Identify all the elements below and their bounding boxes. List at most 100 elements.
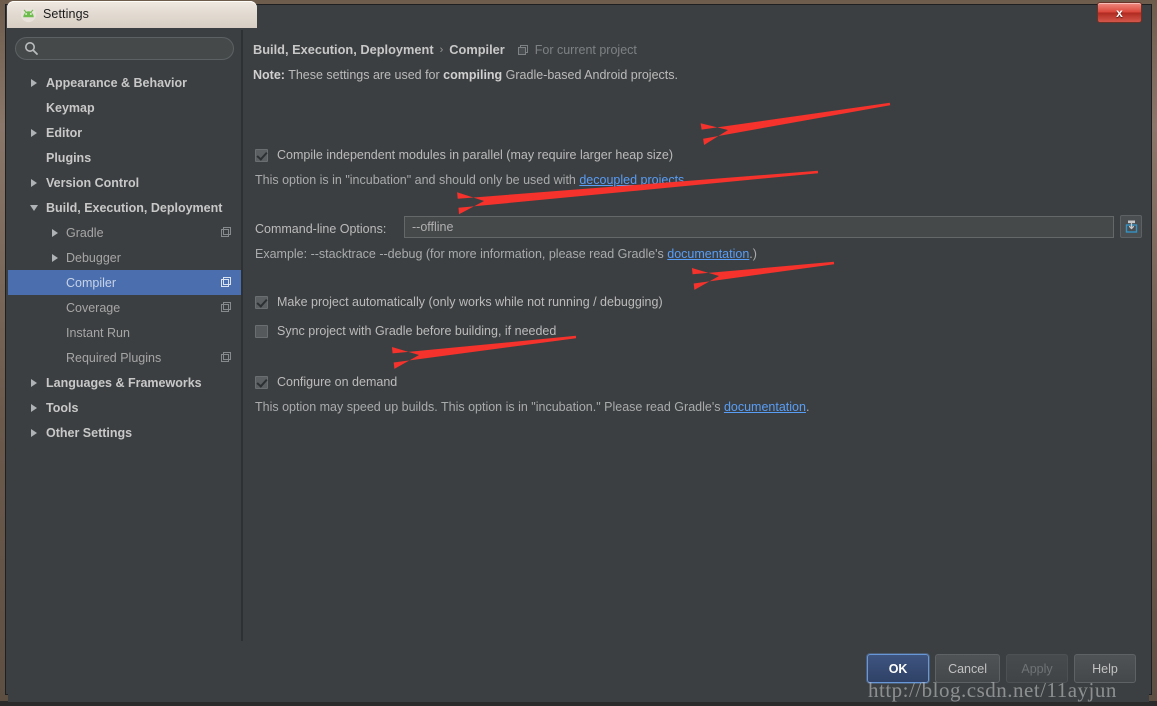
sidebar-item-label: Compiler (66, 275, 117, 290)
chevron-right-icon[interactable] (29, 178, 39, 188)
dialog-buttons: OK Cancel Apply Help (867, 654, 1136, 683)
sidebar-item-other-settings[interactable]: Other Settings (8, 420, 241, 445)
sidebar-item-gradle[interactable]: Gradle (8, 220, 241, 245)
configure-on-demand-description: This option may speed up builds. This op… (255, 400, 809, 414)
settings-content-panel: Build, Execution, Deployment › Compiler … (242, 30, 1149, 641)
sidebar-item-label: Debugger (66, 250, 121, 265)
sidebar-item-coverage[interactable]: Coverage (8, 295, 241, 320)
sidebar-item-label: Required Plugins (66, 350, 162, 365)
help-button[interactable]: Help (1074, 654, 1136, 683)
sidebar-item-label: Plugins (46, 150, 92, 165)
chevron-right-icon[interactable] (50, 228, 60, 238)
sidebar-item-label: Other Settings (46, 425, 133, 440)
scope-badge: For current project (517, 43, 637, 57)
ok-button[interactable]: OK (867, 654, 930, 683)
sidebar-item-required-plugins[interactable]: Required Plugins (8, 345, 241, 370)
title-bar: Settings x (1, 1, 1157, 28)
parallel-compile-row[interactable]: Compile independent modules in parallel … (255, 148, 673, 162)
parallel-compile-label: Compile independent modules in parallel … (277, 148, 674, 162)
sidebar-item-tools[interactable]: Tools (8, 395, 241, 420)
sidebar-item-editor[interactable]: Editor (8, 120, 241, 145)
configure-desc-text-2: . (805, 400, 810, 414)
command-line-options-label: Command-line Options: (255, 222, 387, 236)
window-title: Settings (43, 7, 89, 21)
sidebar-item-languages-frameworks[interactable]: Languages & Frameworks (8, 370, 241, 395)
sync-gradle-label: Sync project with Gradle before building… (277, 324, 557, 338)
expand-icon (1125, 220, 1137, 233)
parallel-compile-description: This option is in "incubation" and shoul… (255, 173, 688, 187)
example-text-2: .) (749, 247, 757, 261)
sidebar-item-label: Keymap (46, 100, 95, 115)
chevron-right-icon[interactable] (29, 128, 39, 138)
configure-on-demand-label: Configure on demand (277, 375, 398, 389)
window-inner: Appearance & Behavior Keymap Editor Plugins… (5, 1, 1152, 702)
chevron-right-icon[interactable] (29, 378, 39, 388)
configure-on-demand-checkbox[interactable] (255, 375, 268, 389)
example-text-1: Example: --stacktrace --debug (for more … (255, 247, 668, 261)
make-automatically-label: Make project automatically (only works w… (277, 295, 663, 309)
sidebar-item-label: Gradle (66, 225, 104, 240)
close-button[interactable]: x (1097, 2, 1142, 23)
scope-badge-label: For current project (534, 42, 637, 57)
chevron-right-icon[interactable] (29, 428, 39, 438)
note-prefix: Note: (253, 68, 285, 82)
sidebar-item-compiler[interactable]: Compiler (8, 270, 241, 295)
breadcrumb-root: Build, Execution, Deployment (253, 42, 434, 57)
cancel-button[interactable]: Cancel (935, 654, 1000, 683)
settings-dialog: Appearance & Behavior Keymap Editor Plugins… (6, 28, 1151, 702)
title-bar-tab: Settings (7, 1, 257, 28)
sidebar-item-label: Tools (46, 400, 79, 415)
sync-gradle-checkbox[interactable] (255, 324, 268, 338)
breadcrumb-leaf: Compiler (449, 42, 505, 57)
settings-tree[interactable]: Appearance & Behavior Keymap Editor Plugins… (8, 70, 241, 445)
gradle-documentation-link-1[interactable]: documentation (667, 247, 749, 261)
sidebar-item-label: Editor (46, 125, 83, 140)
sidebar-item-instant-run[interactable]: Instant Run (8, 320, 241, 345)
module-icon (220, 226, 232, 238)
chevron-down-icon[interactable] (29, 203, 39, 213)
expand-button[interactable] (1120, 215, 1142, 238)
sidebar-item-label: Languages & Frameworks (46, 375, 202, 390)
close-icon: x (1116, 5, 1123, 20)
module-icon (220, 351, 232, 363)
sidebar-item-plugins[interactable]: Plugins (8, 145, 241, 170)
note-bold: compiling (443, 68, 503, 82)
module-icon (220, 276, 232, 288)
command-line-options-input[interactable] (404, 216, 1114, 238)
note-text-1: These settings are used for (284, 68, 444, 82)
sidebar-item-debugger[interactable]: Debugger (8, 245, 241, 270)
gradle-documentation-link-2[interactable]: documentation (724, 400, 806, 414)
note-text-2: Gradle-based Android projects. (502, 68, 678, 82)
sidebar-item-label: Version Control (46, 175, 140, 190)
module-icon (517, 44, 529, 56)
chevron-right-icon[interactable] (50, 253, 60, 263)
apply-button[interactable]: Apply (1006, 654, 1068, 683)
search-input[interactable] (15, 37, 234, 60)
make-automatically-checkbox[interactable] (255, 295, 268, 309)
configure-desc-text-1: This option may speed up builds. This op… (255, 400, 724, 414)
make-automatically-row[interactable]: Make project automatically (only works w… (255, 295, 663, 309)
sidebar-item-label: Instant Run (66, 325, 130, 340)
configure-on-demand-row[interactable]: Configure on demand (255, 375, 397, 389)
sidebar-item-label: Appearance & Behavior (46, 75, 188, 90)
sidebar-item-label: Build, Execution, Deployment (46, 200, 223, 215)
sidebar-item-label: Coverage (66, 300, 121, 315)
dialog-footer: OK Cancel Apply Help (8, 644, 1149, 702)
chevron-right-icon[interactable] (29, 403, 39, 413)
chevron-right-icon[interactable] (29, 78, 39, 88)
breadcrumb: Build, Execution, Deployment › Compiler … (253, 42, 637, 57)
search-box[interactable] (15, 37, 234, 60)
decoupled-projects-link[interactable]: decoupled projects (579, 173, 684, 187)
android-studio-icon (20, 6, 37, 23)
parallel-desc-text-2: . (684, 173, 688, 187)
sidebar-item-keymap[interactable]: Keymap (8, 95, 241, 120)
sidebar-item-build-execution-deployment[interactable]: Build, Execution, Deployment (8, 195, 241, 220)
note-line: Note: These settings are used for compil… (253, 68, 678, 82)
parallel-desc-text-1: This option is in "incubation" and shoul… (255, 173, 580, 187)
sidebar-item-version-control[interactable]: Version Control (8, 170, 241, 195)
sync-gradle-row[interactable]: Sync project with Gradle before building… (255, 324, 556, 338)
settings-sidebar: Appearance & Behavior Keymap Editor Plugins… (8, 30, 242, 641)
command-line-example: Example: --stacktrace --debug (for more … (255, 247, 757, 261)
sidebar-item-appearance-behavior[interactable]: Appearance & Behavior (8, 70, 241, 95)
parallel-compile-checkbox[interactable] (255, 148, 268, 162)
